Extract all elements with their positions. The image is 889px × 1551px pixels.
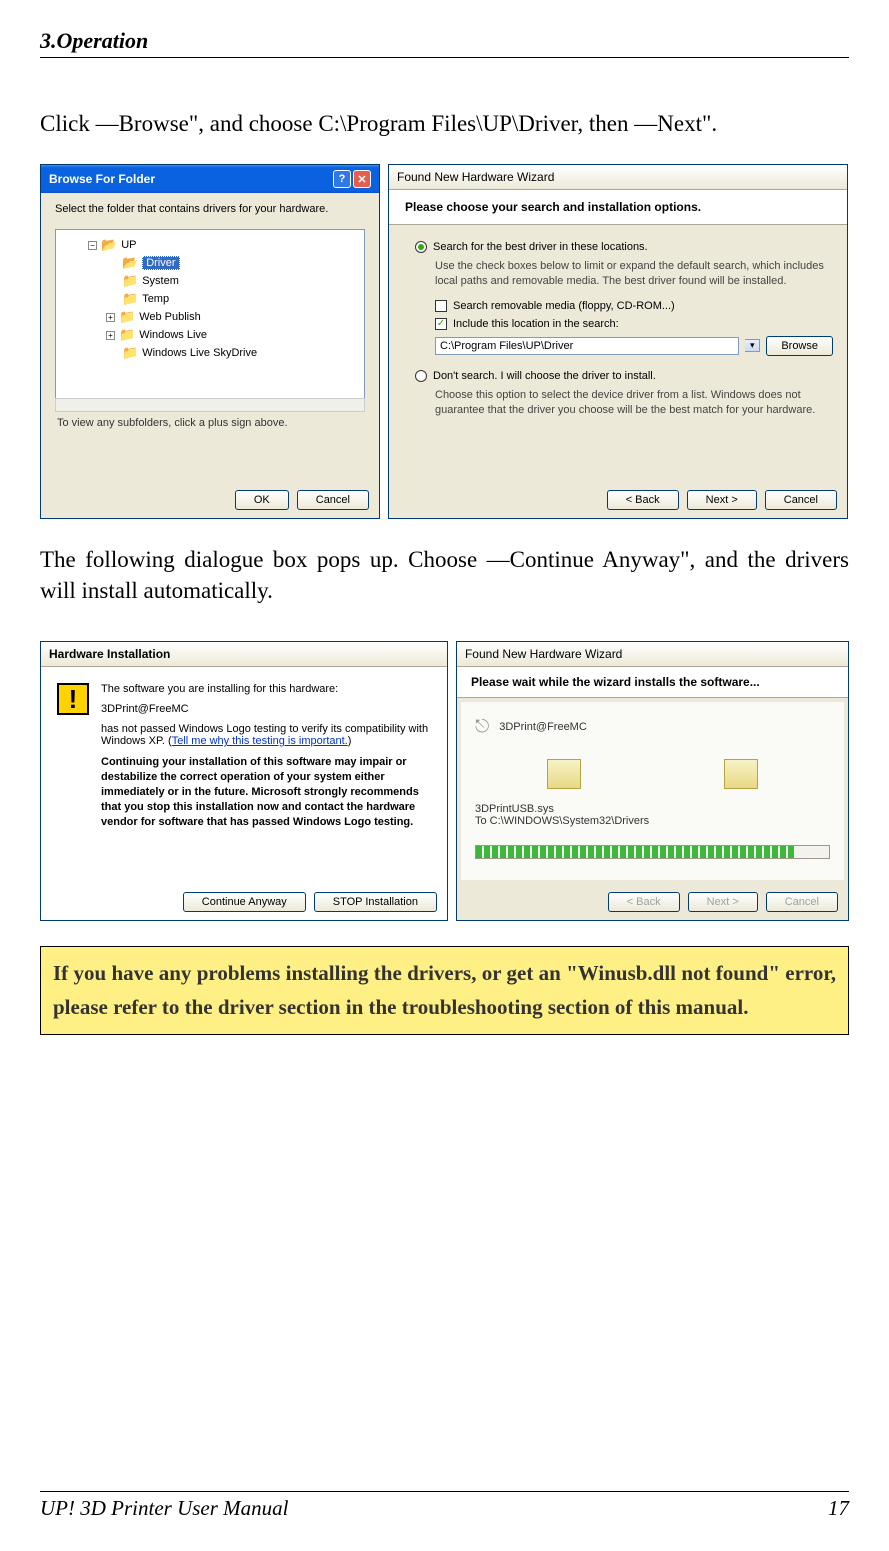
tree-item[interactable]: Windows Live	[139, 329, 207, 341]
section-title: 3.Operation	[40, 28, 148, 53]
browse-title: Browse For Folder	[49, 172, 155, 186]
hw-line2b: )	[348, 735, 352, 747]
cb2-label: Include this location in the search:	[453, 318, 619, 330]
browse-instruction: Select the folder that contains drivers …	[55, 203, 365, 215]
hw-titlebar: Hardware Installation	[41, 642, 447, 667]
file-icon	[547, 759, 581, 789]
tree-item[interactable]: System	[142, 275, 179, 287]
tree-root[interactable]: UP	[121, 239, 136, 251]
progress-bar	[475, 845, 830, 859]
folder-icon: 📁	[122, 345, 138, 361]
tree-item[interactable]: Web Publish	[139, 311, 201, 323]
warning-note-box: If you have any problems installing the …	[40, 946, 849, 1035]
prog-file: 3DPrintUSB.sys	[475, 803, 830, 815]
back-button[interactable]: < Back	[607, 490, 679, 510]
prog-device: 3DPrint@FreeMC	[499, 721, 587, 733]
footer-left: UP! 3D Printer User Manual	[40, 1496, 288, 1521]
expand-icon[interactable]: +	[106, 331, 115, 340]
opt2-desc: Choose this option to select the device …	[403, 388, 833, 419]
cancel-button[interactable]: Cancel	[765, 490, 837, 510]
continue-anyway-button[interactable]: Continue Anyway	[183, 892, 306, 912]
tree-hscroll[interactable]	[55, 398, 365, 412]
hw-title: Hardware Installation	[49, 647, 170, 661]
hw-install-dialog: Hardware Installation ! The software you…	[40, 641, 448, 921]
close-icon[interactable]: ✕	[353, 170, 371, 188]
file-icon	[724, 759, 758, 789]
browse-titlebar: Browse For Folder ? ✕	[41, 165, 379, 193]
page-footer: UP! 3D Printer User Manual 17	[40, 1491, 849, 1521]
footer-page-number: 17	[828, 1496, 849, 1521]
hw-bold: Continuing your installation of this sof…	[101, 755, 431, 829]
folder-icon: 📁	[119, 309, 135, 325]
cancel-button[interactable]: Cancel	[297, 490, 369, 510]
back-button: < Back	[608, 892, 680, 912]
wizard-heading: Please choose your search and installati…	[405, 200, 701, 214]
paragraph-1: Click ―Browse", and choose C:\Program Fi…	[40, 108, 849, 139]
folder-icon: 📁	[122, 273, 138, 289]
tree-item-selected[interactable]: Driver	[142, 256, 179, 270]
folder-icon: 📂	[122, 255, 138, 271]
tree-item[interactable]: Windows Live SkyDrive	[142, 347, 257, 359]
browse-button[interactable]: Browse	[766, 336, 833, 356]
wizard-titlebar: Found New Hardware Wizard	[389, 165, 847, 190]
opt1-desc: Use the check boxes below to limit or ex…	[403, 259, 833, 290]
radio-dontsearch[interactable]	[415, 370, 427, 382]
cancel-button: Cancel	[766, 892, 838, 912]
prog-heading: Please wait while the wizard installs th…	[471, 675, 760, 689]
chevron-down-icon[interactable]: ▾	[745, 339, 760, 352]
hw-device: 3DPrint@FreeMC	[101, 703, 431, 715]
page-header: 3.Operation	[40, 28, 849, 58]
opt-dontsearch-label: Don't search. I will choose the driver t…	[433, 370, 656, 382]
browse-footnote: To view any subfolders, click a plus sig…	[55, 412, 365, 439]
next-button[interactable]: Next >	[687, 490, 757, 510]
prog-title: Found New Hardware Wizard	[465, 647, 622, 661]
cb1-label: Search removable media (floppy, CD-ROM..…	[453, 300, 675, 312]
checkbox-include[interactable]: ✓	[435, 318, 447, 330]
browse-folder-dialog: Browse For Folder ? ✕ Select the folder …	[40, 164, 380, 519]
usb-icon: ⎋	[475, 716, 489, 737]
hw-line1: The software you are installing for this…	[101, 683, 431, 695]
wizard-title: Found New Hardware Wizard	[397, 170, 554, 184]
wizard-dialog: Found New Hardware Wizard Please choose …	[388, 164, 848, 519]
collapse-icon[interactable]: −	[88, 241, 97, 250]
folder-tree[interactable]: − 📂 UP 📂 Driver 📁System 📁Temp +📁Web Publ…	[55, 229, 365, 399]
logo-testing-link[interactable]: Tell me why this testing is important.	[172, 735, 348, 747]
folder-icon: 📁	[122, 291, 138, 307]
folder-icon: 📁	[119, 327, 135, 343]
prog-titlebar: Found New Hardware Wizard	[457, 642, 848, 667]
help-icon[interactable]: ?	[333, 170, 351, 188]
progress-dialog: Found New Hardware Wizard Please wait wh…	[456, 641, 849, 921]
paragraph-2: The following dialogue box pops up. Choo…	[40, 544, 849, 606]
radio-search[interactable]	[415, 241, 427, 253]
prog-dest: To C:\WINDOWS\System32\Drivers	[475, 815, 830, 827]
path-input[interactable]: C:\Program Files\UP\Driver	[435, 337, 739, 355]
expand-icon[interactable]: +	[106, 313, 115, 322]
opt-search-label: Search for the best driver in these loca…	[433, 241, 648, 253]
next-button: Next >	[688, 892, 758, 912]
warning-icon: !	[57, 683, 89, 715]
checkbox-removable[interactable]	[435, 300, 447, 312]
stop-installation-button[interactable]: STOP Installation	[314, 892, 437, 912]
tree-item[interactable]: Temp	[142, 293, 169, 305]
folder-icon: 📂	[101, 237, 117, 253]
ok-button[interactable]: OK	[235, 490, 289, 510]
